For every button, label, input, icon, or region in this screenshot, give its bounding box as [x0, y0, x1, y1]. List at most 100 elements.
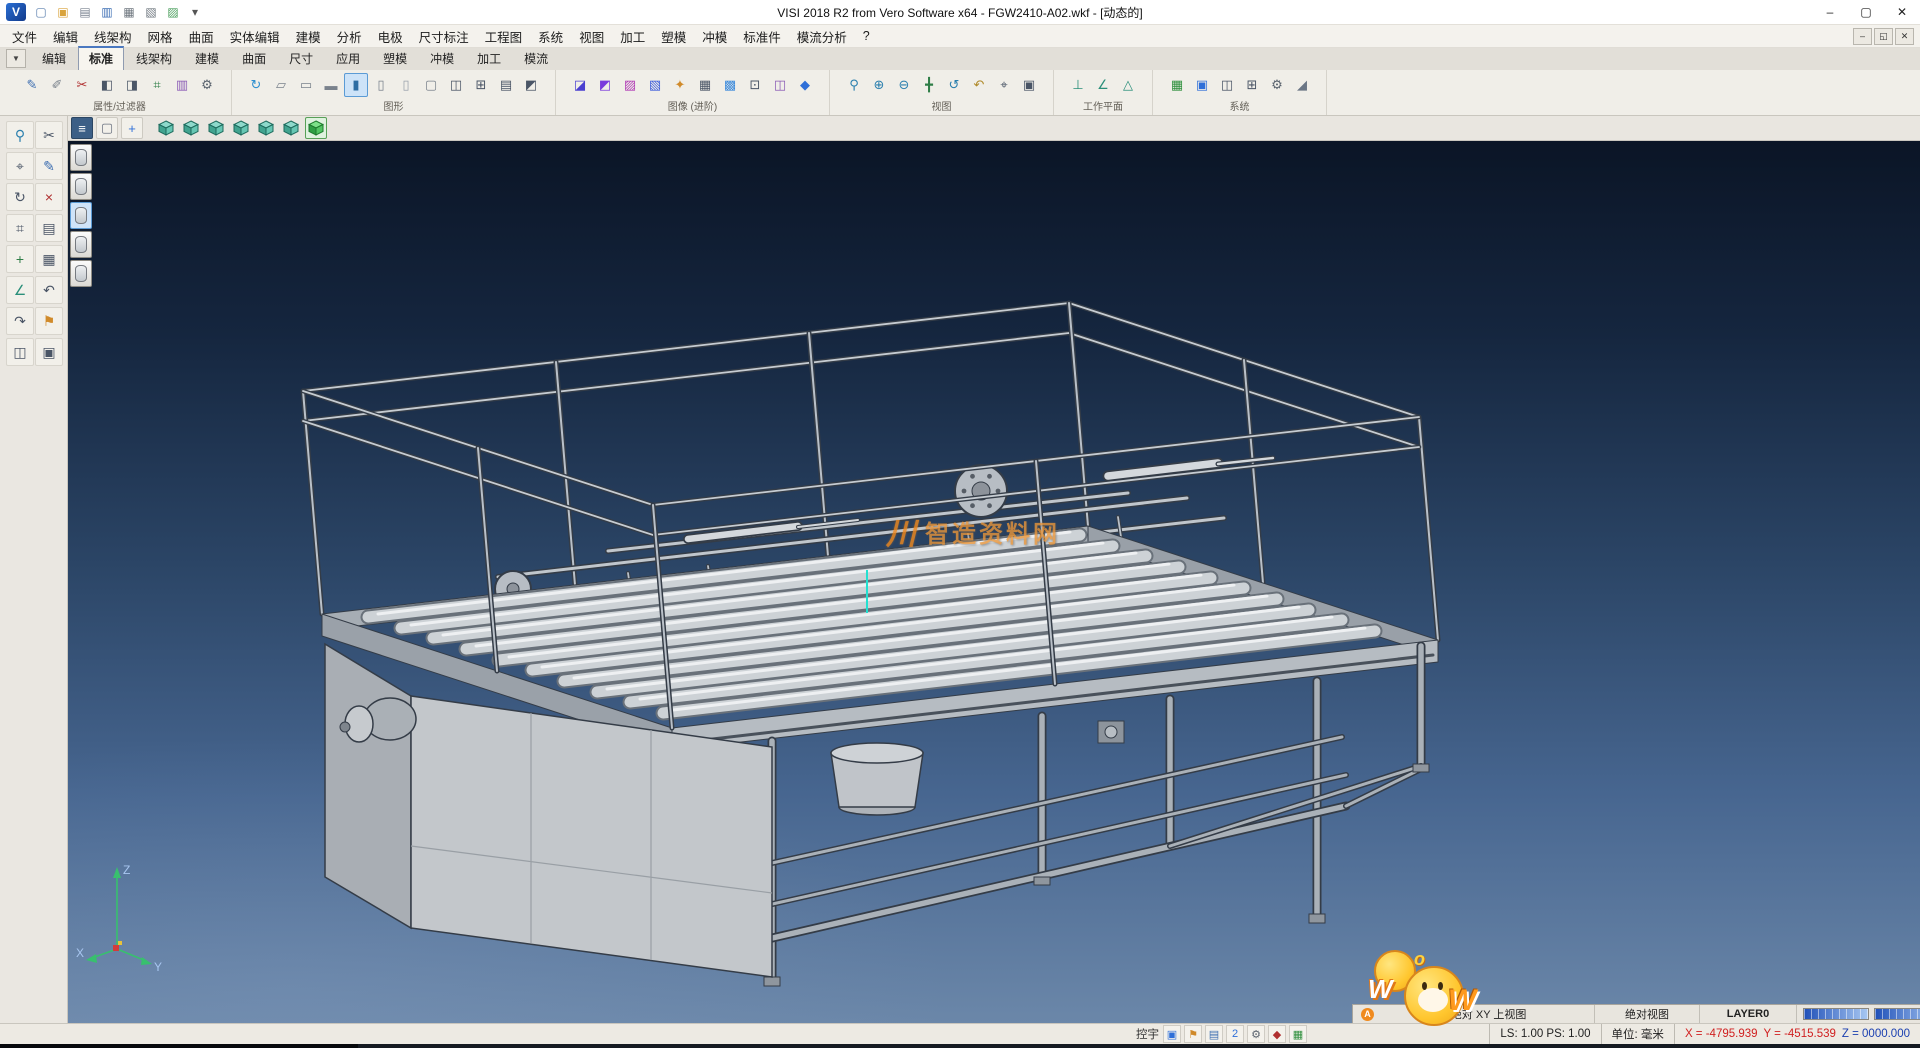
grid-status-icon[interactable]: ▦ — [1289, 1025, 1307, 1043]
menu-dimension[interactable]: 尺寸标注 — [411, 25, 477, 47]
viewport-3d[interactable]: Z X Y 川 智造资料网 A — [68, 141, 1920, 1023]
active-layer-label[interactable]: LAYER0 — [1727, 1008, 1769, 1020]
hidden-line-mode-icon[interactable]: ▭ — [294, 73, 318, 97]
axis-icon[interactable]: ∠ — [6, 276, 34, 304]
copy-icon[interactable]: ◫ — [6, 338, 34, 366]
zoom-in-icon[interactable]: ⊕ — [867, 73, 891, 97]
layer2-badge-icon[interactable]: 2 — [1226, 1025, 1244, 1043]
menu-edit[interactable]: 编辑 — [45, 25, 86, 47]
system-settings-icon[interactable]: ⚙ — [1265, 73, 1289, 97]
right-view-icon[interactable] — [230, 117, 252, 139]
tab-dimension[interactable]: 尺寸 — [278, 46, 324, 70]
wireframe-mode-icon[interactable]: ▱ — [269, 73, 293, 97]
axonometric-view-icon[interactable] — [155, 117, 177, 139]
target-view-icon[interactable]: ⌖ — [992, 73, 1016, 97]
zoom-select-icon[interactable]: ⚲ — [6, 121, 34, 149]
workplane-xy-icon[interactable]: ⊥ — [1066, 73, 1090, 97]
tab-standard[interactable]: 标准 — [78, 46, 124, 70]
lighting-icon[interactable]: ✦ — [668, 73, 692, 97]
draft-plane-icon[interactable]: ◢ — [1290, 73, 1314, 97]
entity-info-icon[interactable]: ▤ — [494, 73, 518, 97]
top-view-icon[interactable] — [180, 117, 202, 139]
absolute-mode-badge[interactable]: A — [1361, 1008, 1374, 1021]
menu-drafting[interactable]: 工程图 — [477, 25, 531, 47]
snap-status-icon[interactable]: ⚑ — [1184, 1025, 1202, 1043]
mdi-minimize-button[interactable]: – — [1853, 28, 1872, 45]
save-icon[interactable]: ▥ — [97, 3, 117, 21]
front-view-icon[interactable] — [205, 117, 227, 139]
rotate-icon[interactable]: ↻ — [6, 183, 34, 211]
menu-analysis[interactable]: 分析 — [329, 25, 370, 47]
tab-edit[interactable]: 编辑 — [31, 46, 77, 70]
sketch-icon[interactable]: ✎ — [35, 152, 63, 180]
maximize-button[interactable]: ▢ — [1848, 0, 1884, 24]
view-mode-label[interactable]: 绝对 XY 上视图 — [1451, 1006, 1527, 1022]
dynamic-section-icon[interactable]: ◪ — [568, 73, 592, 97]
tab-list-dropdown-icon[interactable]: ▼ — [6, 49, 26, 68]
menu-system[interactable]: 系统 — [530, 25, 571, 47]
show-all-icon[interactable]: ⊞ — [469, 73, 493, 97]
minimize-button[interactable]: – — [1812, 0, 1848, 24]
menu-help[interactable]: ? — [855, 25, 878, 47]
filter-settings-icon[interactable]: ⚙ — [195, 73, 219, 97]
grid-settings-icon[interactable]: ⊞ — [1240, 73, 1264, 97]
flag-icon[interactable]: ⚑ — [35, 307, 63, 335]
monitor-icon[interactable]: ▣ — [1190, 73, 1214, 97]
delete-attributes-icon[interactable]: ✂ — [70, 73, 94, 97]
selection-filter-icon[interactable]: ⌗ — [145, 73, 169, 97]
filter-faces-icon[interactable]: ◧ — [95, 73, 119, 97]
menu-solid-edit[interactable]: 实体编辑 — [222, 25, 288, 47]
grid-icon[interactable]: ▦ — [35, 245, 63, 273]
hide-entity-icon[interactable]: ◫ — [444, 73, 468, 97]
zoom-all-icon[interactable]: ⚲ — [842, 73, 866, 97]
history-panel-icon[interactable] — [70, 260, 92, 287]
transparency-icon[interactable]: ▯ — [369, 73, 393, 97]
absolute-view-label[interactable]: 绝对视图 — [1625, 1006, 1669, 1022]
undo-icon[interactable]: ↶ — [35, 276, 63, 304]
snap-point-icon[interactable]: ⌖ — [6, 152, 34, 180]
axes-toggle-icon[interactable]: + — [121, 117, 143, 139]
dynamic-rotation-icon[interactable] — [305, 117, 327, 139]
menu-modeling[interactable]: 建模 — [288, 25, 329, 47]
magnifier-icon[interactable]: ⚲ — [1433, 1006, 1449, 1022]
menu-mesh[interactable]: 网格 — [140, 25, 181, 47]
redraw-icon[interactable]: ↻ — [244, 73, 268, 97]
shaded-mode-icon[interactable]: ▬ — [319, 73, 343, 97]
menu-surface[interactable]: 曲面 — [181, 25, 222, 47]
tab-die[interactable]: 冲模 — [419, 46, 465, 70]
measure-icon[interactable]: ⌗ — [6, 214, 34, 242]
rotate-view-icon[interactable]: ↺ — [942, 73, 966, 97]
pan-icon[interactable]: ╋ — [917, 73, 941, 97]
tab-wireframe[interactable]: 线架构 — [125, 46, 183, 70]
tab-machining[interactable]: 加工 — [466, 46, 512, 70]
isolate-icon[interactable]: ▢ — [419, 73, 443, 97]
quick-filter-icon[interactable]: ▥ — [170, 73, 194, 97]
menu-wireframe[interactable]: 线架构 — [86, 25, 140, 47]
selection-list-icon[interactable] — [70, 144, 92, 171]
mdi-close-button[interactable]: ✕ — [1895, 28, 1914, 45]
plot-icon[interactable]: ▨ — [163, 3, 183, 21]
open-file-icon[interactable]: ▣ — [53, 3, 73, 21]
close-button[interactable]: ✕ — [1884, 0, 1920, 24]
new-file-icon[interactable]: ▢ — [31, 3, 51, 21]
workplane-align-icon[interactable]: ∠ — [1091, 73, 1115, 97]
print-icon[interactable]: ▦ — [119, 3, 139, 21]
layer-panel-icon[interactable] — [70, 202, 92, 229]
tab-surface[interactable]: 曲面 — [231, 46, 277, 70]
paste-icon[interactable]: ▣ — [35, 338, 63, 366]
select-mode-icon[interactable]: ▣ — [1163, 1025, 1181, 1043]
erase-icon[interactable]: × — [35, 183, 63, 211]
material-icon[interactable]: ▨ — [618, 73, 642, 97]
bottom-view-icon[interactable] — [280, 117, 302, 139]
point-icon[interactable]: + — [6, 245, 34, 273]
menu-standard-parts[interactable]: 标准件 — [735, 25, 789, 47]
redo-icon[interactable]: ↷ — [6, 307, 34, 335]
filter-edges-icon[interactable]: ◨ — [120, 73, 144, 97]
mdi-restore-button[interactable]: ◱ — [1874, 28, 1893, 45]
tab-modeling[interactable]: 建模 — [184, 46, 230, 70]
shaded-edges-mode-icon[interactable]: ▮ — [344, 73, 368, 97]
menu-flow-analysis[interactable]: 模流分析 — [789, 25, 855, 47]
view-cube-toggle-icon[interactable]: ◆ — [793, 73, 817, 97]
trim-icon[interactable]: ✂ — [35, 121, 63, 149]
print-preview-icon[interactable]: ▧ — [141, 3, 161, 21]
